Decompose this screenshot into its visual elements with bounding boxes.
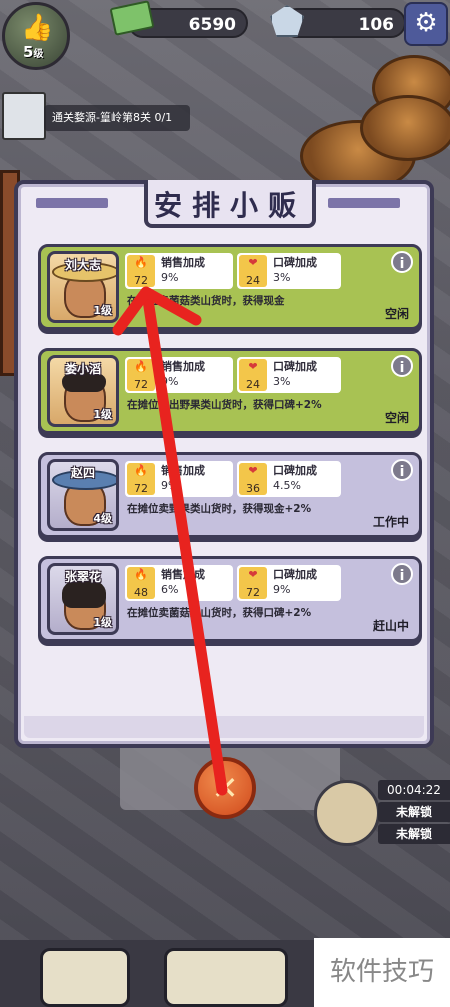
sales-bonus: 🔥 72 销售加成 9% xyxy=(125,357,233,393)
title-decoration-right xyxy=(328,198,400,208)
vendor-card[interactable]: 娄小滔 1级 🔥 72 销售加成 9% ❤ 24 口碑加成 3% i 在摊位卖出野果… xyxy=(38,348,422,434)
reputation-bonus-label: 口碑加成 xyxy=(273,464,317,477)
settings-button[interactable]: ⚙ xyxy=(404,2,448,46)
vendor-card[interactable]: 张翠花 1级 🔥 48 销售加成 6% ❤ 72 口碑加成 9% i 在摊位卖菌菇类… xyxy=(38,556,422,642)
player-level-suffix: 级 xyxy=(33,49,44,60)
vendor-card[interactable]: 赵四 4级 🔥 72 销售加成 9% ❤ 36 口碑加成 4.5% i 在摊位卖野果… xyxy=(38,452,422,538)
vendor-avatar: 娄小滔 1级 xyxy=(47,355,119,427)
reputation-bonus-percent: 4.5% xyxy=(273,479,301,492)
reputation-bonus: ❤ 36 口碑加成 4.5% xyxy=(237,461,341,497)
vendor-avatar: 张翠花 1级 xyxy=(47,563,119,635)
gear-icon: ⚙ xyxy=(414,8,438,38)
sales-bonus-percent: 6% xyxy=(161,583,179,596)
vendor-card[interactable]: 刘大志 1级 🔥 72 销售加成 9% ❤ 24 口碑加成 3% i 在摊位卖菌菇类… xyxy=(38,244,422,330)
locked-slot-label: 未解锁 xyxy=(378,824,450,844)
info-icon[interactable]: i xyxy=(391,563,413,585)
panel-title-tab: 安排小贩 xyxy=(144,180,316,228)
vendor-name: 娄小滔 xyxy=(64,362,101,376)
vendor-skill-description: 在摊位卖野果类山货时，获得现金+2% xyxy=(127,503,312,515)
watermark-text: 软件技巧 xyxy=(314,938,450,1007)
vendor-skill-description: 在摊位卖菌菇类山货时，获得口碑+2% xyxy=(127,607,312,619)
reputation-bonus-label: 口碑加成 xyxy=(273,568,317,581)
vendor-avatar: 刘大志 1级 xyxy=(47,251,119,323)
thumbs-up-icon: 👍 xyxy=(21,13,54,43)
reputation-bonus-number: 36 xyxy=(246,482,260,495)
title-decoration-left xyxy=(36,198,108,208)
vendor-level: 4级 xyxy=(93,512,112,525)
reputation-bonus-number: 24 xyxy=(246,274,260,287)
sales-bonus-number: 72 xyxy=(134,378,148,391)
sales-bonus: 🔥 72 销售加成 9% xyxy=(125,253,233,289)
locked-slot-label: 未解锁 xyxy=(378,802,450,822)
sales-bonus-label: 销售加成 xyxy=(161,568,205,581)
reputation-bonus-number: 72 xyxy=(246,586,260,599)
sales-bonus: 🔥 72 销售加成 9% xyxy=(125,461,233,497)
quest-clipboard-icon[interactable] xyxy=(2,92,46,140)
player-level-value: 5 xyxy=(23,43,34,61)
countdown-timer: 00:04:22 xyxy=(378,780,450,800)
reputation-bonus-percent: 9% xyxy=(273,583,291,596)
vendor-name: 赵四 xyxy=(70,466,95,480)
vendor-name: 刘大志 xyxy=(64,258,101,272)
reputation-bonus: ❤ 24 口碑加成 3% xyxy=(237,357,341,393)
vendor-level: 1级 xyxy=(93,616,112,629)
reputation-bonus-label: 口碑加成 xyxy=(273,360,317,373)
vendor-upgrade-button[interactable] xyxy=(40,948,130,1007)
vendor-status: 空闲 xyxy=(384,411,409,425)
basket-decoration xyxy=(360,95,450,161)
sales-bonus-number: 72 xyxy=(134,274,148,287)
mountain-worker-icon[interactable] xyxy=(314,780,380,846)
quest-text: 通关婺源-篁岭第8关 0/1 xyxy=(52,111,173,124)
sales-bonus-number: 72 xyxy=(134,482,148,495)
vendor-status: 工作中 xyxy=(372,515,409,529)
close-icon: ✕ xyxy=(211,769,239,807)
vendor-level: 1级 xyxy=(93,408,112,421)
sales-bonus-percent: 9% xyxy=(161,375,179,388)
panel-title: 安排小贩 xyxy=(153,189,306,222)
info-icon[interactable]: i xyxy=(391,355,413,377)
vendor-skill-description: 在摊位卖菌菇类山货时，获得现金 xyxy=(127,295,285,307)
reputation-bonus: ❤ 72 口碑加成 9% xyxy=(237,565,341,601)
map-button[interactable] xyxy=(164,948,288,1007)
reputation-bonus: ❤ 24 口碑加成 3% xyxy=(237,253,341,289)
vendor-avatar: 赵四 4级 xyxy=(47,459,119,531)
gem-value: 106 xyxy=(358,15,395,35)
quest-tracker[interactable]: 通关婺源-篁岭第8关 0/1 xyxy=(44,105,190,131)
reputation-bonus-number: 24 xyxy=(246,378,260,391)
reputation-bonus-percent: 3% xyxy=(273,375,291,388)
vendor-name: 张翠花 xyxy=(64,570,101,584)
sales-bonus-percent: 9% xyxy=(161,479,179,492)
reputation-bonus-label: 口碑加成 xyxy=(273,256,317,269)
vendor-status: 赶山中 xyxy=(372,619,409,633)
sales-bonus: 🔥 48 销售加成 6% xyxy=(125,565,233,601)
cash-value: 6590 xyxy=(188,15,236,35)
player-level-badge[interactable]: 👍 5级 xyxy=(2,2,70,70)
vendor-skill-description: 在摊位卖出野果类山货时，获得口碑+2% xyxy=(127,399,322,411)
sales-bonus-label: 销售加成 xyxy=(161,360,205,373)
sales-bonus-percent: 9% xyxy=(161,271,179,284)
sales-bonus-number: 48 xyxy=(134,586,148,599)
sales-bonus-label: 销售加成 xyxy=(161,256,205,269)
info-icon[interactable]: i xyxy=(391,251,413,273)
vendor-level: 1级 xyxy=(93,304,112,317)
vendor-status: 空闲 xyxy=(384,307,409,321)
sales-bonus-label: 销售加成 xyxy=(161,464,205,477)
arrange-vendor-panel: 安排小贩 刘大志 1级 🔥 72 销售加成 9% ❤ 24 口碑加成 3% i 在摊… xyxy=(14,180,434,748)
reputation-bonus-percent: 3% xyxy=(273,271,291,284)
close-panel-button[interactable]: ✕ xyxy=(194,757,256,819)
info-icon[interactable]: i xyxy=(391,459,413,481)
